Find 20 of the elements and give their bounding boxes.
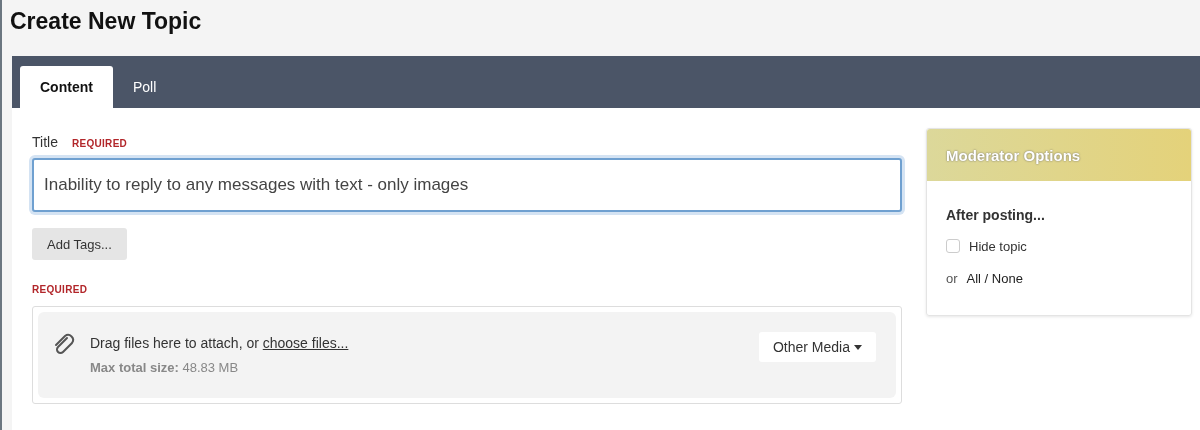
page-title: Create New Topic [10, 7, 203, 36]
title-input[interactable]: Inability to reply to any messages with text - only images [32, 158, 902, 212]
panel-header: Moderator Options [927, 129, 1191, 181]
drop-instruction: Drag files here to attach, or choose files... [90, 335, 350, 351]
size-limit: Max total size: 48.83 MB [90, 360, 240, 375]
all-none-link[interactable]: All / None [966, 270, 1023, 286]
checkbox-label: Hide topic [969, 238, 1027, 254]
drop-zone[interactable]: Drag files here to attach, or choose files... Max total size: 48.83 MB Other Media [38, 312, 896, 398]
other-media-button[interactable]: Other Media [758, 332, 876, 362]
field-label: Title [32, 134, 58, 150]
or-label: or [946, 270, 958, 286]
choose-files-link[interactable]: choose files... [262, 335, 349, 351]
section-heading: After posting... [946, 207, 1046, 223]
tab[interactable]: Content [20, 66, 113, 108]
caret-icon [854, 344, 862, 350]
required-label: REQUIRED [71, 138, 128, 149]
checkbox[interactable] [946, 239, 960, 253]
add-tags-button[interactable]: Add Tags... [32, 228, 127, 260]
tab[interactable]: Poll [112, 66, 177, 108]
required-label: REQUIRED [32, 284, 89, 297]
